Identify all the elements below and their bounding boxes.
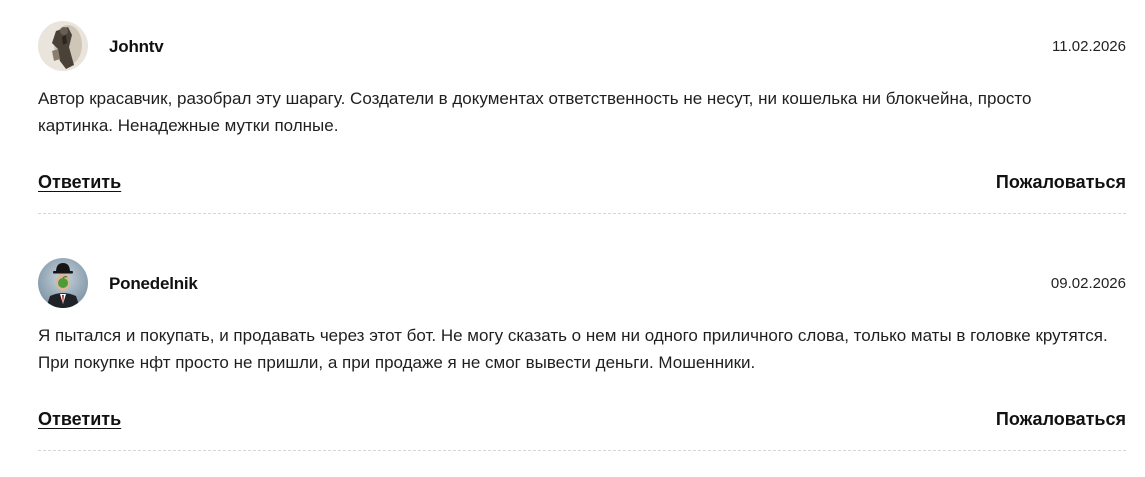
comment-header: Ponedelnik 09.02.2026 <box>38 257 1126 311</box>
comment-author: Johntv <box>109 37 164 56</box>
comment-item: Johntv 11.02.2026 Автор красавчик, разоб… <box>38 20 1126 220</box>
user-photo-icon <box>38 21 88 71</box>
comments-list: Johntv 11.02.2026 Автор красавчик, разоб… <box>0 0 1145 477</box>
report-link[interactable]: Пожаловаться <box>996 409 1126 430</box>
bowler-hat-man-icon <box>38 258 88 308</box>
comment-actions: Ответить Пожаловаться <box>38 409 1126 433</box>
comment-header: Johntv 11.02.2026 <box>38 20 1126 74</box>
avatar <box>38 21 88 71</box>
comment-date: 09.02.2026 <box>1050 275 1126 292</box>
comment-actions: Ответить Пожаловаться <box>38 172 1126 196</box>
comment-date: 11.02.2026 <box>1052 38 1126 55</box>
reply-link[interactable]: Ответить <box>38 409 121 430</box>
avatar <box>38 258 88 308</box>
report-link[interactable]: Пожаловаться <box>996 172 1126 193</box>
reply-link[interactable]: Ответить <box>38 172 121 193</box>
comment-text: Автор красавчик, разобрал эту шарагу. Со… <box>38 89 1032 135</box>
comment-item: Ponedelnik 09.02.2026 Я пытался и покупа… <box>38 257 1126 457</box>
divider <box>38 450 1126 451</box>
comment-text: Я пытался и покупать, и продавать через … <box>38 326 1108 372</box>
comment-author: Ponedelnik <box>109 274 198 293</box>
divider <box>38 213 1126 214</box>
